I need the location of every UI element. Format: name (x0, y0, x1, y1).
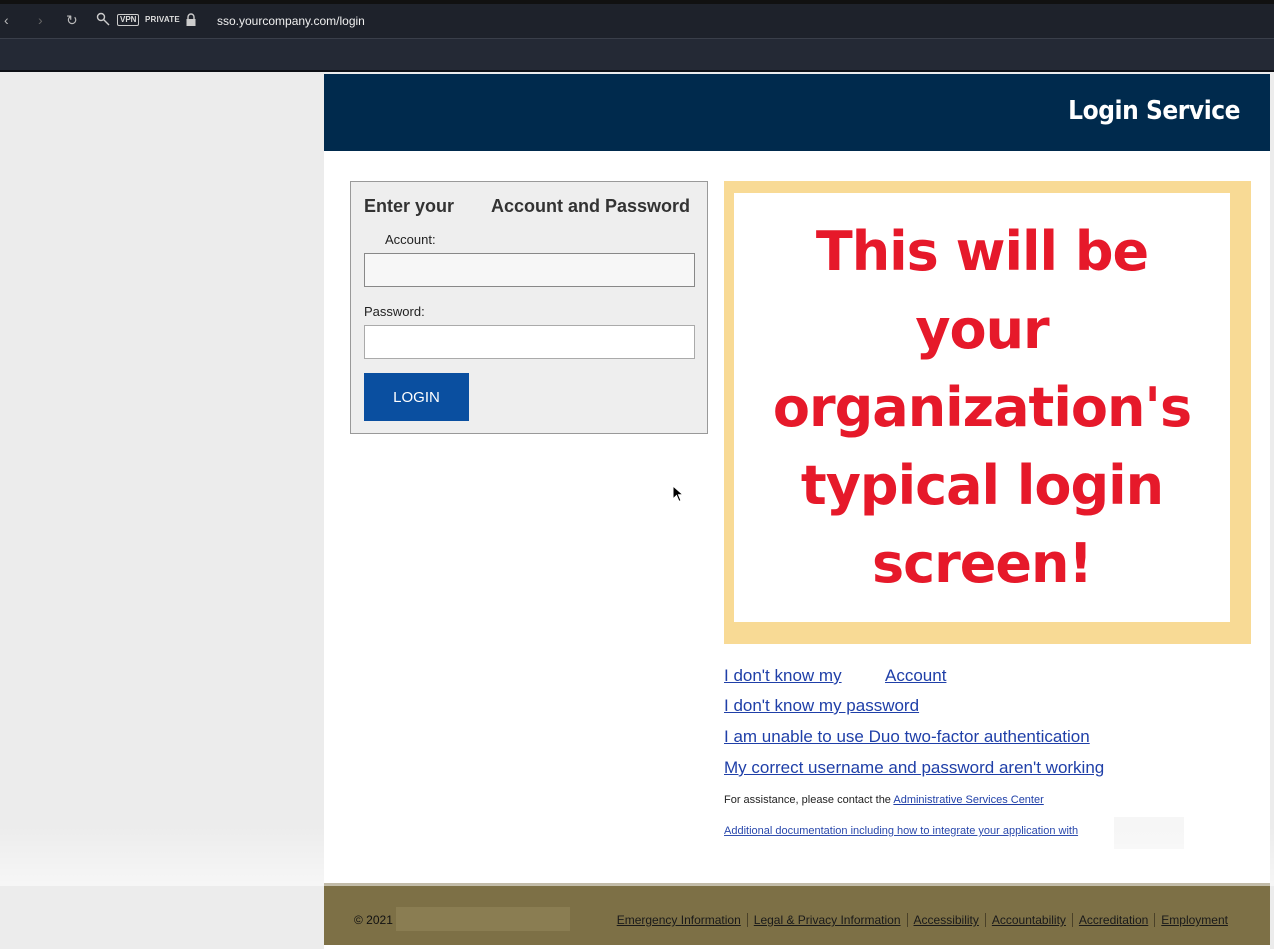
footer-link-employment[interactable]: Employment (1154, 913, 1234, 927)
forward-icon[interactable]: › (38, 12, 43, 28)
copyright: © 2021 (354, 913, 393, 927)
redacted-block (396, 907, 570, 931)
login-heading: Enter your (364, 196, 455, 216)
mouse-pointer-icon (672, 485, 684, 503)
footer-link-emergency[interactable]: Emergency Information (611, 913, 747, 927)
notice-text: This will be your organization's typical… (772, 219, 1192, 595)
footer-link-legal-privacy[interactable]: Legal & Privacy Information (746, 913, 907, 927)
browser-toolbar: ‹ › ↻ VPN PRIVATE sso.yourcompany.com/lo… (0, 0, 1274, 38)
vpn-badge[interactable]: VPN (117, 14, 140, 26)
site-footer: © 2021 Emergency Information Legal & Priv… (324, 883, 1270, 945)
duo-help-link[interactable]: I am unable to use Duo two-factor authen… (724, 727, 1090, 747)
login-button[interactable]: LOGIN (364, 373, 469, 421)
assistance-text: For assistance, please contact the Admin… (724, 794, 1044, 806)
footer-link-accessibility[interactable]: Accessibility (906, 913, 985, 927)
forgot-account-link[interactable]: I don't know my (724, 666, 842, 686)
reload-icon[interactable]: ↻ (66, 12, 78, 28)
footer-link-accountability[interactable]: Accountability (984, 913, 1072, 927)
login-page: Login Service Enter your Account and Pas… (324, 74, 1270, 949)
site-header: Login Service (324, 74, 1270, 151)
back-icon[interactable]: ‹ (4, 12, 9, 28)
notice-inner: This will be your organization's typical… (734, 193, 1230, 622)
key-icon[interactable] (96, 12, 110, 26)
footer-links: Emergency Information Legal & Privacy Inf… (611, 913, 1234, 927)
page-title: Login Service (1068, 96, 1240, 126)
account-label: Account: (385, 232, 436, 247)
documentation-link[interactable]: Additional documentation including how t… (724, 825, 1078, 837)
assistance-label: For assistance, please contact the (724, 794, 894, 806)
account-input[interactable] (364, 253, 695, 287)
login-form: Enter your Account and Password Account:… (350, 181, 708, 434)
lock-icon[interactable] (185, 13, 197, 27)
login-heading-continued: Account and Password (491, 196, 691, 216)
forgot-account-link-account[interactable]: Account (885, 666, 946, 686)
private-label: PRIVATE (145, 15, 180, 24)
password-label: Password: (364, 304, 425, 319)
admin-services-link[interactable]: Administrative Services Center (893, 794, 1043, 806)
bookmarks-bar (0, 38, 1274, 72)
forgot-password-link[interactable]: I don't know my password (724, 696, 919, 716)
credentials-not-working-link[interactable]: My correct username and password aren't … (724, 758, 1104, 778)
password-input[interactable] (364, 325, 695, 359)
address-bar[interactable]: sso.yourcompany.com/login (217, 14, 365, 28)
footer-link-accreditation[interactable]: Accreditation (1071, 913, 1155, 927)
redacted-block (1114, 817, 1184, 849)
notice-banner: This will be your organization's typical… (724, 181, 1251, 644)
